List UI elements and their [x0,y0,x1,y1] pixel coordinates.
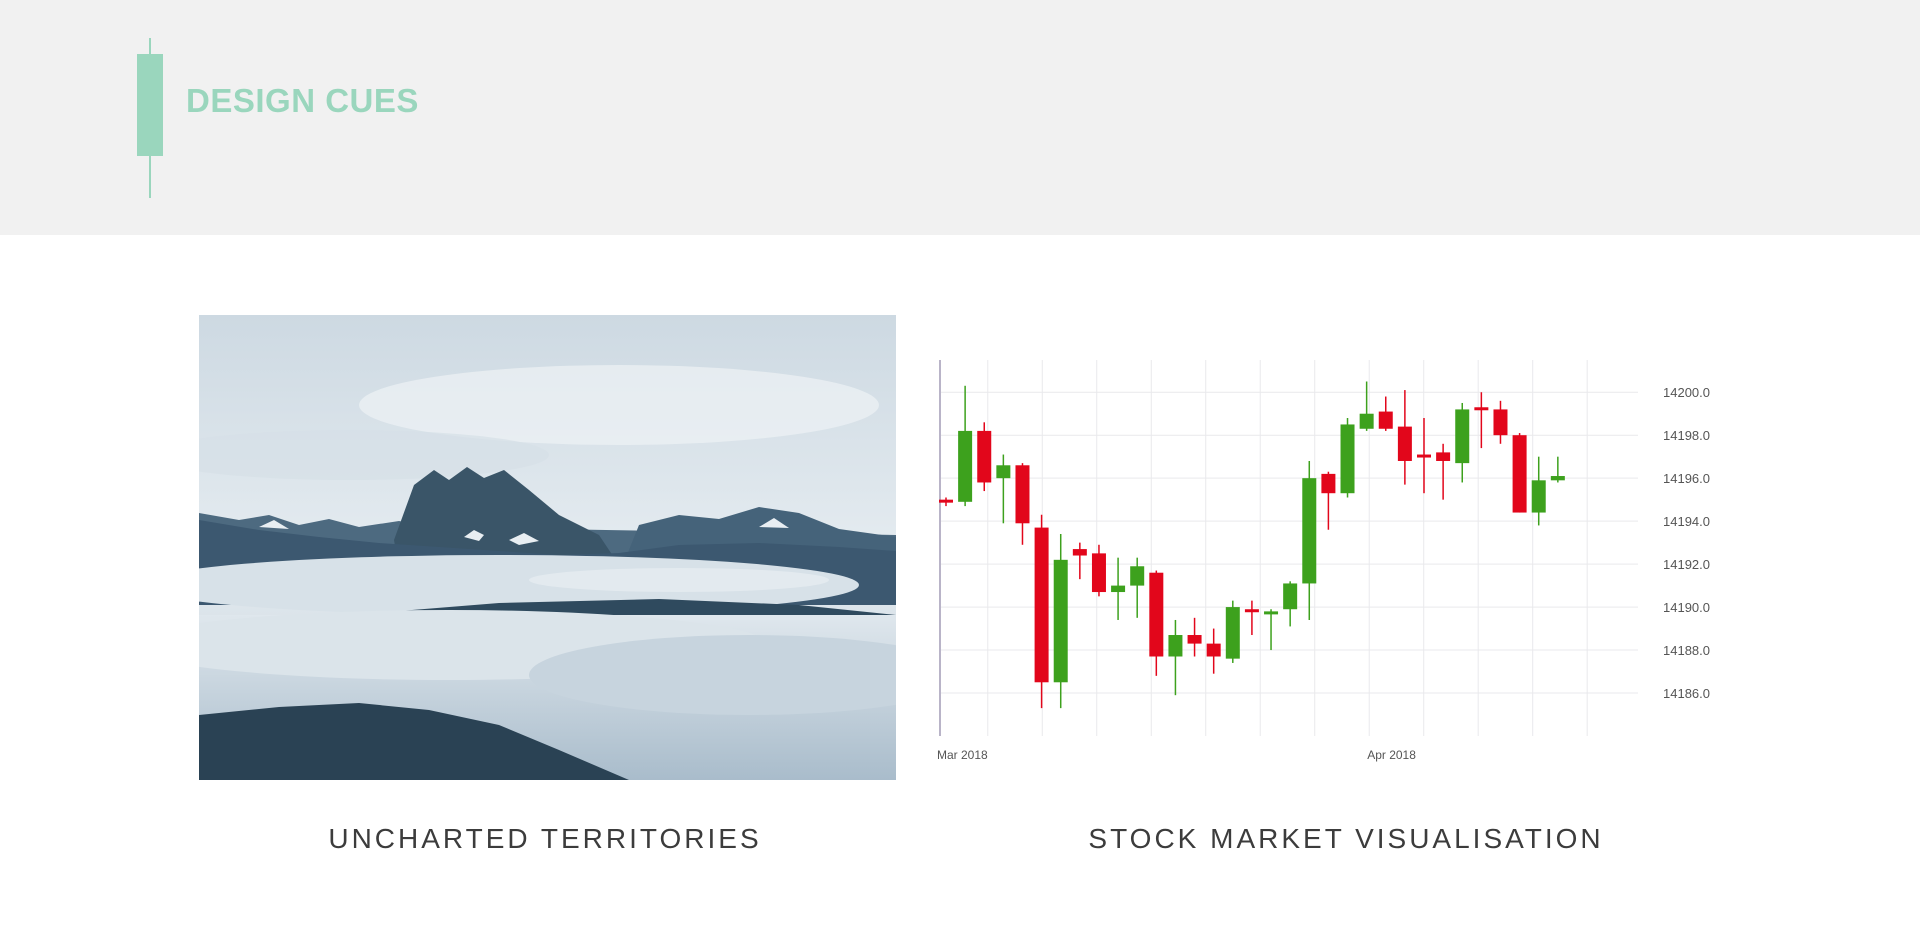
candle-down [1034,527,1049,683]
candle-down [1187,635,1202,644]
candle-up [1283,583,1298,610]
page-title: DESIGN CUES [186,82,419,119]
candle-down [1015,465,1030,524]
y-tick-label: 14194.0 [1663,514,1710,529]
candle-up [1531,480,1546,513]
candle-down [1206,643,1221,657]
candle-up [1340,424,1355,494]
candlestick-icon [137,54,163,156]
candle-down [1378,411,1393,429]
candle-up [1168,635,1183,657]
y-tick-label: 14186.0 [1663,686,1710,701]
candle-up [1455,409,1470,464]
candle-down [1149,572,1164,657]
mountain-photo [199,315,896,780]
candle-up [1550,476,1565,481]
candle-down [1417,454,1431,458]
y-tick-label: 14196.0 [1663,471,1710,486]
candle-up [1264,611,1279,615]
candle-up [1225,607,1240,659]
candle-down [1321,473,1336,494]
candle-down [1072,549,1087,556]
x-tick-label: Mar 2018 [937,748,988,762]
x-tick-label: Apr 2018 [1367,748,1416,762]
y-tick-label: 14192.0 [1663,557,1710,572]
candle-up [958,430,973,502]
candle-down [1474,407,1489,411]
candlestick-chart: 14186.0 14188.0 14190.0 14192.0 14194.0 14196… [930,350,1730,770]
candle-down [977,430,992,483]
candle-down [1244,609,1259,613]
candle-down [1091,553,1106,593]
candle-down [1512,435,1527,513]
y-tick-label: 14200.0 [1663,385,1710,400]
y-tick-label: 14188.0 [1663,643,1710,658]
photo-caption: UNCHARTED TERRITORIES [328,823,762,854]
mountain-landscape-image [199,315,896,780]
candle-up [996,465,1011,479]
candlestick-chart-svg: 14186.0 14188.0 14190.0 14192.0 14194.0 14196… [937,360,1710,762]
candle-up [1359,413,1374,429]
candle-down [1436,452,1451,461]
candle-down [939,499,953,503]
candle-up [1130,566,1145,586]
chart-caption: STOCK MARKET VISUALISATION [1088,823,1604,854]
y-tick-label: 14190.0 [1663,600,1710,615]
y-tick-label: 14198.0 [1663,428,1710,443]
candle-up [1111,585,1126,593]
candle-up [1053,559,1068,683]
candle-down [1493,409,1508,436]
page-header: DESIGN CUES [0,0,1920,235]
candle-up [1302,478,1317,584]
candle-down [1397,426,1412,461]
